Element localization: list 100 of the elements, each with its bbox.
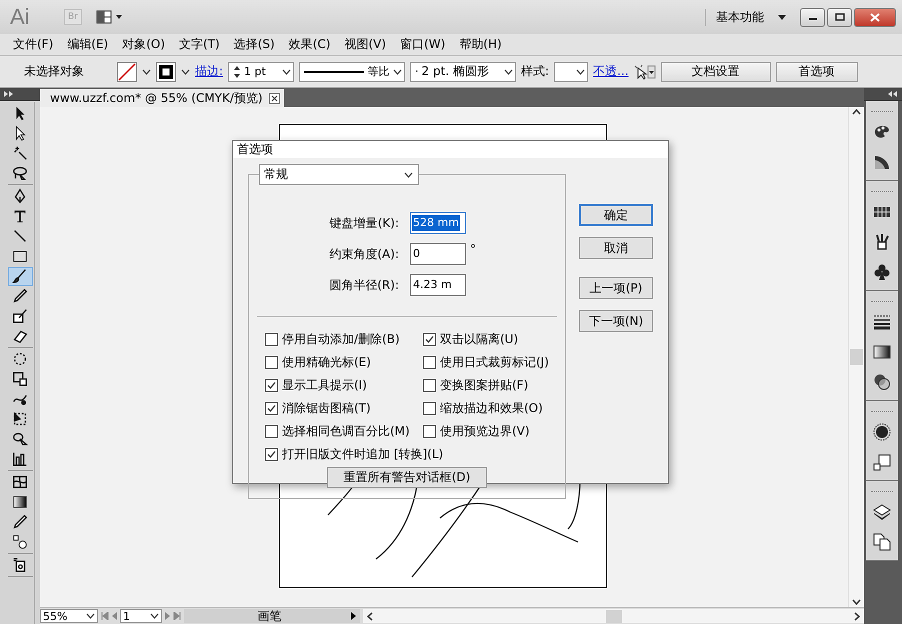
checkbox-label[interactable]: 显示工具提示(I) (282, 377, 367, 394)
expand-icon[interactable] (4, 91, 14, 97)
menu-item[interactable]: 窗口(W) (393, 36, 452, 53)
scroll-up-icon[interactable] (852, 109, 861, 115)
checkbox-label[interactable]: 使用精确光标(E) (282, 354, 371, 371)
caret-icon[interactable] (181, 68, 190, 74)
checkbox-label[interactable]: 变换图案拼贴(F) (440, 377, 528, 394)
pointer-icon[interactable] (634, 64, 656, 80)
style-field[interactable] (554, 62, 588, 82)
close-icon[interactable] (268, 92, 280, 104)
spinner-icon[interactable] (233, 64, 242, 78)
club-icon[interactable] (872, 262, 892, 282)
check-icon (425, 335, 434, 344)
checkbox[interactable] (423, 356, 436, 369)
tool-button[interactable] (8, 266, 32, 286)
close-button[interactable] (854, 8, 896, 26)
artboards-icon[interactable] (872, 532, 892, 552)
caret-icon[interactable] (778, 14, 786, 20)
scroll-left-icon[interactable] (367, 612, 373, 620)
last-page-icon[interactable] (173, 612, 181, 620)
checkbox[interactable] (265, 425, 278, 438)
collapse-icon[interactable] (888, 91, 898, 97)
minimize-button[interactable] (800, 8, 825, 26)
stroke-weight-field[interactable]: 1 pt (228, 62, 294, 82)
stroke-link[interactable]: 描边: (195, 63, 224, 80)
checkbox[interactable] (265, 379, 278, 392)
dialog-button[interactable]: 下一项(N) (579, 310, 653, 332)
checkbox[interactable] (423, 425, 436, 438)
caret-icon[interactable] (142, 68, 151, 74)
menu-item[interactable]: 文字(T) (172, 36, 227, 53)
first-page-icon[interactable] (101, 612, 109, 620)
blend-icon (11, 533, 29, 551)
checkbox[interactable] (423, 379, 436, 392)
layout-icon[interactable] (96, 10, 124, 24)
menu-item[interactable]: 选择(S) (226, 36, 282, 53)
checkbox-label[interactable]: 缩放描边和效果(O) (440, 400, 543, 417)
checkbox-label[interactable]: 选择相同色调百分比(M) (282, 423, 410, 440)
caret-icon[interactable] (393, 68, 402, 74)
fill-swatch[interactable] (156, 62, 176, 82)
checkbox[interactable] (423, 402, 436, 415)
control-bar-button[interactable]: 文档设置 (660, 62, 771, 82)
input-field[interactable]: 528 mm (410, 212, 466, 234)
checkbox-label[interactable]: 双击以隔离(U) (440, 331, 518, 348)
checkbox-label[interactable]: 使用日式裁剪标记(J) (440, 354, 549, 371)
caret-icon[interactable] (282, 68, 292, 74)
workspace-switcher[interactable]: 基本功能 (705, 8, 764, 26)
caret-icon[interactable] (150, 613, 159, 619)
menu-item[interactable]: 视图(V) (337, 36, 394, 53)
menu-arrow-icon[interactable] (351, 612, 356, 620)
horizontal-scrollbar[interactable] (363, 609, 864, 623)
next-page-icon[interactable] (165, 612, 170, 620)
scroll-right-icon[interactable] (854, 612, 860, 620)
menu-item[interactable]: 编辑(E) (60, 36, 116, 53)
menu-item[interactable]: 效果(C) (282, 36, 338, 53)
dialog-button[interactable]: 确定 (579, 204, 653, 226)
no-stroke-swatch[interactable] (117, 62, 137, 82)
checkbox[interactable] (265, 402, 278, 415)
rotate-icon (11, 350, 29, 368)
input-field[interactable]: 0 (410, 243, 466, 265)
document-tab[interactable]: www.uzzf.com* @ 55% (CMYK/预览) (40, 89, 284, 107)
caret-icon[interactable] (403, 172, 414, 178)
checkbox[interactable] (265, 356, 278, 369)
brush-definition-field[interactable]: · 2 pt. 椭圆形 (410, 62, 516, 82)
page-field[interactable]: 1 (120, 609, 162, 623)
appearance-icon[interactable] (872, 422, 892, 442)
stroke-profile-field[interactable]: 等比 (299, 62, 406, 82)
dialog-button[interactable]: 上一项(P) (579, 277, 653, 299)
maximize-button[interactable] (827, 8, 852, 26)
reset-warnings-button[interactable]: 重置所有警告对话框(D) (327, 467, 487, 488)
checkbox-label[interactable]: 打开旧版文件时追加 [转换](L) (282, 446, 444, 463)
selection-status: 未选择对象 (24, 63, 84, 80)
checkbox-label[interactable]: 消除锯齿图稿(T) (282, 400, 371, 417)
field-label: 键盘增量(K): (328, 214, 400, 232)
section-dropdown[interactable]: 常规 (259, 164, 419, 185)
previous-page-icon[interactable] (112, 612, 117, 620)
dialog-button[interactable]: 取消 (579, 237, 653, 259)
transparency-icon[interactable] (872, 372, 892, 392)
menu-item[interactable]: 帮助(H) (452, 36, 509, 53)
caret-icon[interactable] (576, 68, 586, 74)
checkbox[interactable] (423, 333, 436, 346)
app-logo: Ai (10, 4, 31, 30)
input-field[interactable]: 4.23 m (410, 274, 466, 296)
vertical-scrollbar[interactable] (848, 107, 864, 607)
scroll-down-icon[interactable] (852, 599, 861, 605)
opacity-link[interactable]: 不透... (593, 63, 629, 80)
layers-icon[interactable] (872, 502, 892, 522)
scroll-thumb[interactable] (850, 349, 863, 365)
menu-item[interactable]: 文件(F) (6, 36, 60, 53)
checkbox[interactable] (265, 448, 278, 461)
graphic-styles-icon[interactable] (872, 452, 892, 472)
control-bar-button[interactable]: 首选项 (776, 62, 858, 82)
menu-item[interactable]: 对象(O) (115, 36, 172, 53)
scroll-thumb[interactable] (606, 610, 622, 622)
caret-icon[interactable] (504, 68, 514, 74)
checkbox-label[interactable]: 使用预览边界(V) (440, 423, 530, 440)
zoom-field[interactable]: 55% (40, 609, 98, 623)
caret-icon[interactable] (86, 613, 95, 619)
current-tool-display[interactable]: 画笔 (184, 609, 360, 623)
checkbox-label[interactable]: 停用自动添加/删除(B) (282, 331, 400, 348)
checkbox[interactable] (265, 333, 278, 346)
